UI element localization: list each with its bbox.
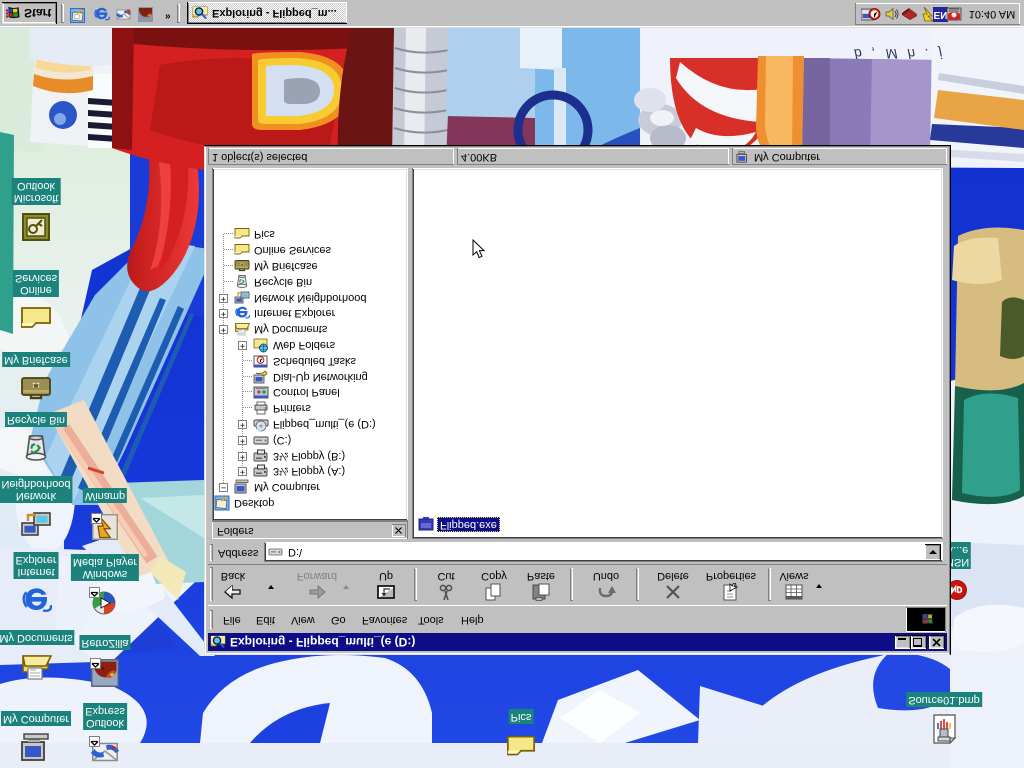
svg-text:b,Mh.j: b,Mh.j: [854, 46, 952, 62]
